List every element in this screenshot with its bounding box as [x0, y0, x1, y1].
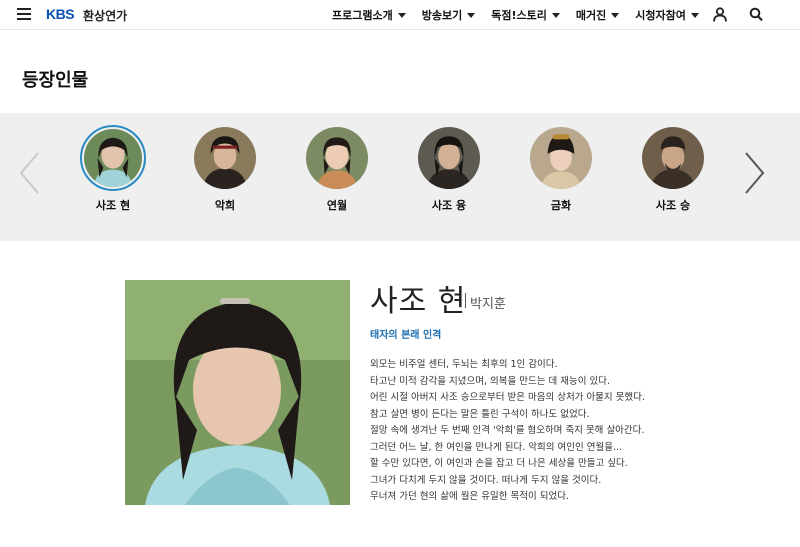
chevron-down-icon — [611, 12, 620, 18]
avatar-ring — [192, 125, 258, 191]
character-item-yung[interactable]: 사조 융 — [404, 125, 494, 213]
bio-line: 어린 시절 아버지 사조 승으로부터 받은 마음의 상처가 아물지 못했다. — [370, 392, 645, 403]
avatar-ring — [528, 125, 594, 191]
character-name-heading: 사조 현 — [370, 284, 467, 319]
bio-line: 그녀가 다치게 두지 않을 것이다. 떠나게 두지 않을 것이다. — [370, 474, 602, 486]
avatar-ring — [640, 125, 706, 191]
character-name: 사조 승 — [655, 199, 691, 212]
character-name: 사조 융 — [431, 199, 467, 212]
character-carousel: 사조 현 악희 연월 사조 융 금화 사조 승 — [0, 113, 800, 241]
menu-watch[interactable]: 방송보기 — [421, 0, 476, 30]
menu-viewer-participation[interactable]: 시청자참여 — [635, 0, 699, 30]
chevron-down-icon — [551, 12, 560, 18]
avatar — [194, 127, 256, 189]
character-item-yeonwol[interactable]: 연월 — [292, 125, 382, 213]
main-menu: 프로그램소개 방송보기 독점!스토리 매거진 시청자참여 — [332, 0, 715, 30]
avatar-ring — [304, 125, 370, 191]
character-subtitle: 태자의 본래 인격 — [370, 330, 442, 341]
bio-line: 할 수만 있다면, 이 여인과 손을 잡고 더 나은 세상을 만들고 싶다. — [370, 458, 628, 469]
chevron-down-icon — [467, 12, 476, 18]
avatar-ring — [80, 125, 146, 191]
menu-program-intro[interactable]: 프로그램소개 — [332, 0, 406, 30]
menu-label: 독점!스토리 — [491, 9, 547, 22]
chevron-right-icon[interactable] — [742, 151, 766, 195]
avatar — [642, 127, 704, 189]
chevron-down-icon — [397, 12, 406, 18]
avatar — [306, 127, 368, 189]
divider — [465, 293, 466, 308]
character-item-akhee[interactable]: 악희 — [180, 125, 270, 213]
menu-label: 시청자참여 — [635, 9, 686, 22]
program-title[interactable]: 환상연가 — [83, 7, 127, 24]
character-bio: 외모는 비주얼 센터, 두뇌는 최후의 1인 감이다. 타고난 미적 감각을 지… — [370, 357, 670, 506]
menu-label: 매거진 — [575, 9, 607, 22]
character-name: 악희 — [214, 199, 236, 212]
top-navigation-bar: KBS 환상연가 프로그램소개 방송보기 독점!스토리 매거진 시청자참여 — [0, 0, 800, 30]
bio-line: 절망 속에 생겨난 두 번째 인격 '악희'를 혐오하며 죽지 못해 살아간다. — [370, 425, 645, 436]
avatar — [418, 127, 480, 189]
user-icon[interactable] — [713, 7, 727, 22]
character-item-hyun[interactable]: 사조 현 — [68, 125, 158, 213]
bio-line: 참고 살면 병이 든다는 말은 틀린 구석이 하나도 없었다. — [370, 408, 590, 420]
page-title: 등장인물 — [22, 70, 89, 91]
avatar — [530, 127, 592, 189]
menu-label: 방송보기 — [421, 9, 463, 22]
bio-line: 그러던 어느 날, 한 여인을 만나게 된다. 악희의 여인인 연월을... — [370, 441, 623, 453]
character-name: 사조 현 — [95, 199, 131, 212]
character-item-seung[interactable]: 사조 승 — [628, 125, 718, 213]
bio-line: 무너져 가던 현의 삶에 월은 유일한 목적이 되었다. — [370, 491, 569, 502]
menu-icon[interactable] — [17, 8, 31, 20]
avatar — [84, 129, 142, 187]
chevron-left-icon[interactable] — [18, 151, 42, 195]
character-name: 연월 — [326, 199, 348, 212]
menu-exclusive-story[interactable]: 독점!스토리 — [491, 0, 560, 30]
search-icon[interactable] — [749, 7, 763, 22]
menu-label: 프로그램소개 — [332, 9, 393, 22]
character-photo — [125, 280, 350, 505]
bio-line: 외모는 비주얼 센터, 두뇌는 최후의 1인 감이다. — [370, 359, 558, 370]
bio-line: 타고난 미적 감각을 지녔으며, 의복을 만드는 데 재능이 있다. — [370, 375, 610, 387]
chevron-down-icon — [690, 12, 699, 18]
kbs-logo[interactable]: KBS — [46, 6, 75, 22]
menu-magazine[interactable]: 매거진 — [575, 0, 620, 30]
character-name: 금화 — [550, 199, 572, 212]
character-item-geumhwa[interactable]: 금화 — [516, 125, 606, 213]
avatar-ring — [416, 125, 482, 191]
actor-name: 박지훈 — [470, 297, 506, 312]
